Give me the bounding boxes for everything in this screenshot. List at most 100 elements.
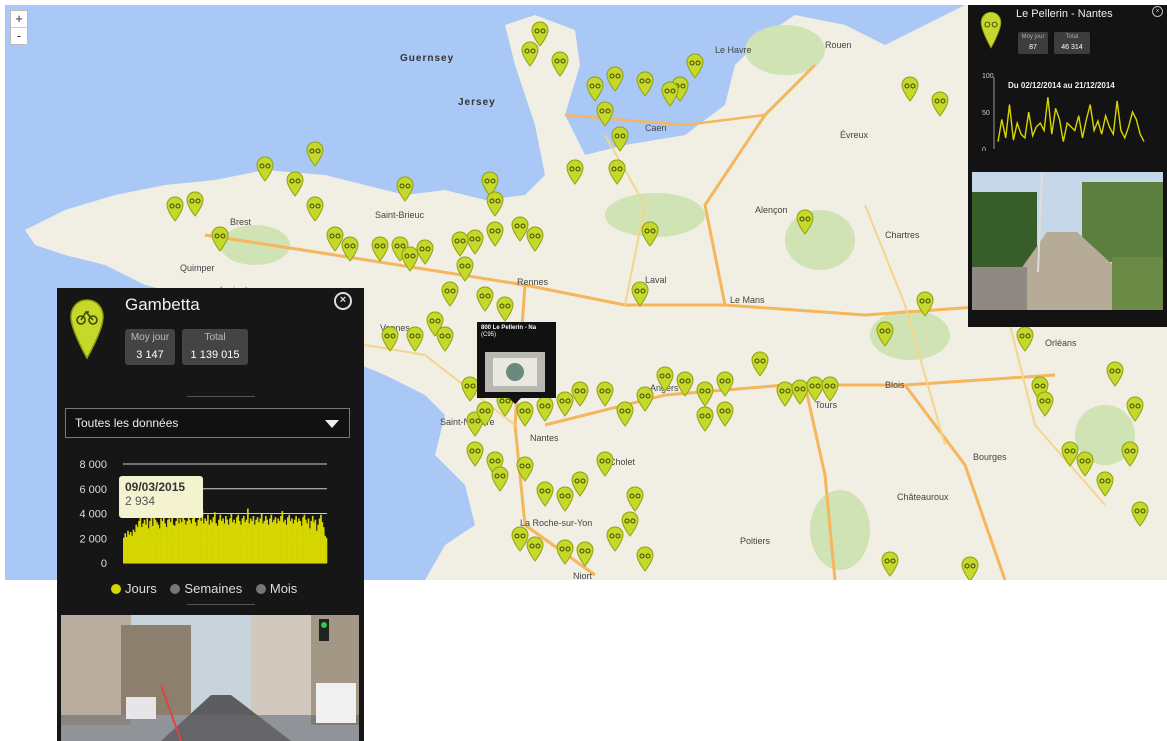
counter-pin-icon[interactable]: [881, 551, 899, 577]
counter-pin-icon[interactable]: [616, 401, 634, 427]
counter-pin-icon[interactable]: [716, 401, 734, 427]
map-label: Guernsey: [400, 53, 455, 64]
counter-pin-icon[interactable]: [751, 351, 769, 377]
counter-pin-icon[interactable]: [931, 91, 949, 117]
daily-count-chart[interactable]: 8 000 6 000 4 000 2 000 0: [57, 448, 364, 573]
counter-pin-icon[interactable]: [436, 326, 454, 352]
counter-pin-icon[interactable]: [256, 156, 274, 182]
counter-pin-icon[interactable]: [451, 231, 469, 257]
counter-pin-icon[interactable]: [641, 221, 659, 247]
counter-pin-icon[interactable]: [186, 191, 204, 217]
counter-pin-icon[interactable]: [486, 191, 504, 217]
counter-pin-icon[interactable]: [516, 456, 534, 482]
counter-pin-icon[interactable]: [596, 101, 614, 127]
counter-pin-icon[interactable]: [1076, 451, 1094, 477]
counter-pin-icon[interactable]: [696, 406, 714, 432]
counter-pin-icon[interactable]: [716, 371, 734, 397]
counter-pin-icon[interactable]: [876, 321, 894, 347]
counter-pin-icon[interactable]: [636, 71, 654, 97]
counter-pin-icon[interactable]: [661, 81, 679, 107]
counter-pin-icon[interactable]: [441, 281, 459, 307]
counter-pin-icon[interactable]: [961, 556, 979, 580]
map-label: Jersey: [458, 97, 496, 108]
counter-pin-icon[interactable]: [306, 196, 324, 222]
counter-pin-icon[interactable]: [566, 159, 584, 185]
counter-pin-icon[interactable]: [416, 239, 434, 265]
counter-pin-icon[interactable]: [1106, 361, 1124, 387]
period-option-months[interactable]: Mois: [255, 581, 298, 596]
counter-pin-icon[interactable]: [166, 196, 184, 222]
counter-pin-icon[interactable]: [606, 66, 624, 92]
counter-pin-icon[interactable]: [536, 396, 554, 422]
counter-pin-icon[interactable]: [381, 326, 399, 352]
map-label: Chartres: [885, 230, 920, 240]
series-line[interactable]: [997, 97, 1145, 142]
bar[interactable]: [325, 538, 328, 563]
counter-pin-icon[interactable]: [516, 401, 534, 427]
counter-pin-icon[interactable]: [1126, 396, 1144, 422]
stat-value: 3 147: [136, 349, 164, 361]
counter-pin-icon[interactable]: [676, 371, 694, 397]
counter-pin-icon[interactable]: [371, 236, 389, 262]
counter-pin-icon[interactable]: [626, 486, 644, 512]
counter-pin-icon[interactable]: [916, 291, 934, 317]
counter-pin-icon[interactable]: [596, 451, 614, 477]
path-photo: [972, 172, 1163, 310]
close-icon[interactable]: ×: [1152, 6, 1163, 17]
counter-pin-icon[interactable]: [306, 141, 324, 167]
close-icon[interactable]: ×: [334, 292, 352, 310]
counter-pin-icon[interactable]: [396, 176, 414, 202]
counter-pin-icon[interactable]: [1016, 326, 1034, 352]
counter-pin-icon[interactable]: [611, 126, 629, 152]
counter-pin-icon[interactable]: [526, 226, 544, 252]
counter-pin-icon[interactable]: [796, 209, 814, 235]
counter-pin-icon[interactable]: [656, 366, 674, 392]
counter-pin-icon[interactable]: [521, 41, 539, 67]
counter-pin-icon[interactable]: [821, 376, 839, 402]
counter-pin-icon[interactable]: [1121, 441, 1139, 467]
counter-pin-icon[interactable]: [556, 539, 574, 565]
counter-pin-icon[interactable]: [551, 51, 569, 77]
counter-pin-icon[interactable]: [406, 326, 424, 352]
counter-pin-icon[interactable]: [631, 281, 649, 307]
counter-pin-icon[interactable]: [536, 481, 554, 507]
counter-pin-icon[interactable]: [636, 546, 654, 572]
counter-pin-icon[interactable]: [1036, 391, 1054, 417]
map-label: La Roche-sur-Yon: [520, 518, 593, 528]
counter-pin-icon[interactable]: [636, 386, 654, 412]
counter-pin-icon[interactable]: [901, 76, 919, 102]
counter-pin-icon[interactable]: [476, 401, 494, 427]
counter-pin-icon[interactable]: [571, 381, 589, 407]
counter-pin-icon[interactable]: [576, 541, 594, 567]
period-option-weeks[interactable]: Semaines: [170, 581, 242, 596]
counter-pin-icon[interactable]: [621, 511, 639, 537]
counter-pin-icon[interactable]: [466, 441, 484, 467]
counter-pin-icon[interactable]: [1131, 501, 1149, 527]
counter-pin-icon[interactable]: [476, 286, 494, 312]
counter-pin-icon[interactable]: [1096, 471, 1114, 497]
period-label: Mois: [269, 581, 298, 596]
zoom-in-button[interactable]: +: [11, 11, 27, 27]
counter-pin-icon[interactable]: [608, 159, 626, 185]
counter-pin-icon[interactable]: [341, 236, 359, 262]
counter-pin-icon[interactable]: [696, 381, 714, 407]
counter-panel: Gambetta × Moy jour 3 147 Total 1 139 01…: [57, 288, 364, 741]
zoom-out-button[interactable]: -: [11, 27, 27, 44]
counter-pin-icon[interactable]: [486, 221, 504, 247]
counter-pin-icon[interactable]: [586, 76, 604, 102]
counter-pin-icon[interactable]: [526, 536, 544, 562]
bike-pin-icon: [980, 11, 1002, 49]
counter-pin-icon[interactable]: [456, 256, 474, 282]
counter-pin-icon[interactable]: [686, 53, 704, 79]
counter-pin-icon[interactable]: [491, 466, 509, 492]
counter-pin-icon[interactable]: [571, 471, 589, 497]
data-range-select[interactable]: Toutes les données: [65, 408, 350, 438]
counter-pin-icon[interactable]: [596, 381, 614, 407]
stat-avg-day: Moy jour 3 147: [125, 329, 175, 365]
period-count-chart[interactable]: 100 50 0: [968, 71, 1167, 151]
counter-popup[interactable]: 800 Le Pellerin - Na (C95): [477, 322, 556, 404]
period-option-days[interactable]: Jours: [111, 581, 157, 596]
counter-pin-icon[interactable]: [286, 171, 304, 197]
counter-pin-icon[interactable]: [496, 296, 514, 322]
counter-pin-icon[interactable]: [211, 226, 229, 252]
